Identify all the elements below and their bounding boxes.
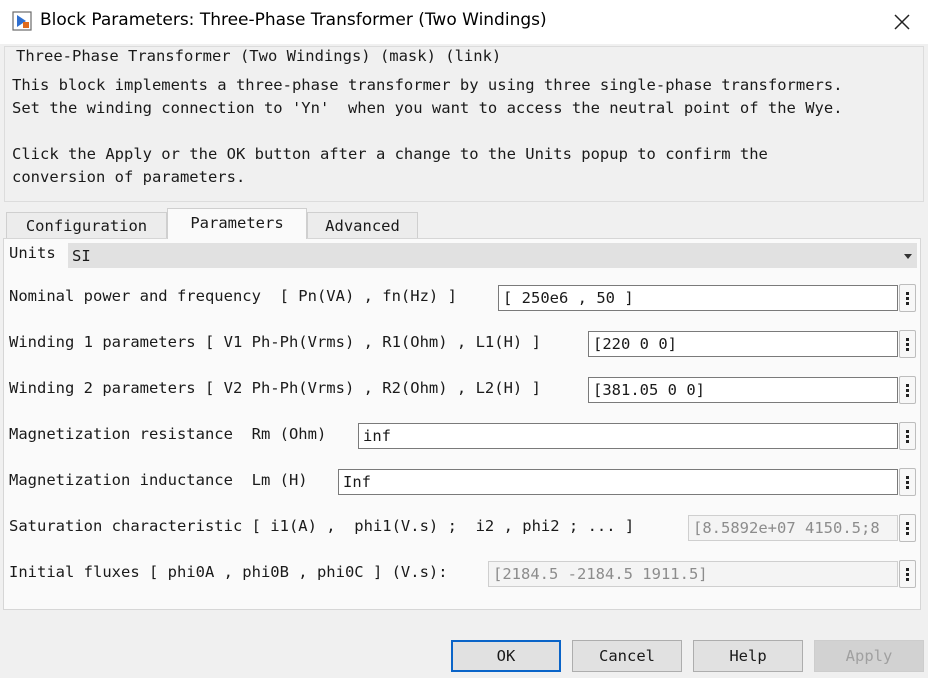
saturation-characteristic-label: Saturation characteristic [ i1(A) , phi1… — [9, 517, 635, 535]
winding2-input[interactable]: [381.05 0 0] — [588, 377, 898, 403]
description-line-1: This block implements a three-phase tran… — [12, 76, 843, 94]
vertical-ellipsis-icon[interactable] — [899, 284, 916, 312]
apply-button[interactable]: Apply — [814, 640, 924, 672]
nominal-power-label: Nominal power and frequency [ Pn(VA) , f… — [9, 287, 457, 305]
tab-configuration[interactable]: Configuration — [6, 212, 167, 239]
vertical-ellipsis-icon[interactable] — [899, 330, 916, 358]
magnetization-inductance-input[interactable]: Inf — [338, 469, 898, 495]
description-line-2: Set the winding connection to 'Yn' when … — [12, 99, 843, 117]
initial-fluxes-input: [2184.5 -2184.5 1911.5] — [488, 561, 898, 587]
tab-advanced[interactable]: Advanced — [307, 212, 418, 239]
description-line-3: Click the Apply or the OK button after a… — [12, 145, 768, 163]
winding1-input[interactable]: [220 0 0] — [588, 331, 898, 357]
window-title: Block Parameters: Three-Phase Transforme… — [40, 10, 547, 30]
winding2-label: Winding 2 parameters [ V2 Ph-Ph(Vrms) , … — [9, 379, 541, 397]
magnetization-inductance-label: Magnetization inductance Lm (H) — [9, 471, 308, 489]
close-icon[interactable] — [884, 6, 920, 38]
vertical-ellipsis-icon[interactable] — [899, 422, 916, 450]
mask-group-title: Three-Phase Transformer (Two Windings) (… — [14, 47, 504, 65]
title-bar: Block Parameters: Three-Phase Transforme… — [0, 0, 928, 44]
tab-parameters[interactable]: Parameters — [167, 208, 307, 239]
vertical-ellipsis-icon[interactable] — [899, 468, 916, 496]
vertical-ellipsis-icon[interactable] — [899, 376, 916, 404]
units-dropdown[interactable]: SI — [68, 243, 917, 268]
saturation-characteristic-input: 8;8.5892e+07 4150.5] — [688, 515, 898, 541]
description-line-4: conversion of parameters. — [12, 168, 246, 186]
initial-fluxes-label: Initial fluxes [ phi0A , phi0B , phi0C ]… — [9, 563, 448, 581]
simulink-block-icon — [12, 11, 32, 31]
chevron-down-icon — [904, 254, 912, 259]
cancel-button[interactable]: Cancel — [572, 640, 682, 672]
vertical-ellipsis-icon[interactable] — [899, 514, 916, 542]
help-button[interactable]: Help — [693, 640, 803, 672]
ok-button[interactable]: OK — [451, 640, 561, 672]
vertical-ellipsis-icon[interactable] — [899, 560, 916, 588]
units-label: Units — [9, 244, 56, 262]
nominal-power-input[interactable]: [ 250e6 , 50 ] — [498, 285, 898, 311]
magnetization-resistance-input[interactable]: inf — [358, 423, 898, 449]
magnetization-resistance-label: Magnetization resistance Rm (Ohm) — [9, 425, 327, 443]
winding1-label: Winding 1 parameters [ V1 Ph-Ph(Vrms) , … — [9, 333, 541, 351]
